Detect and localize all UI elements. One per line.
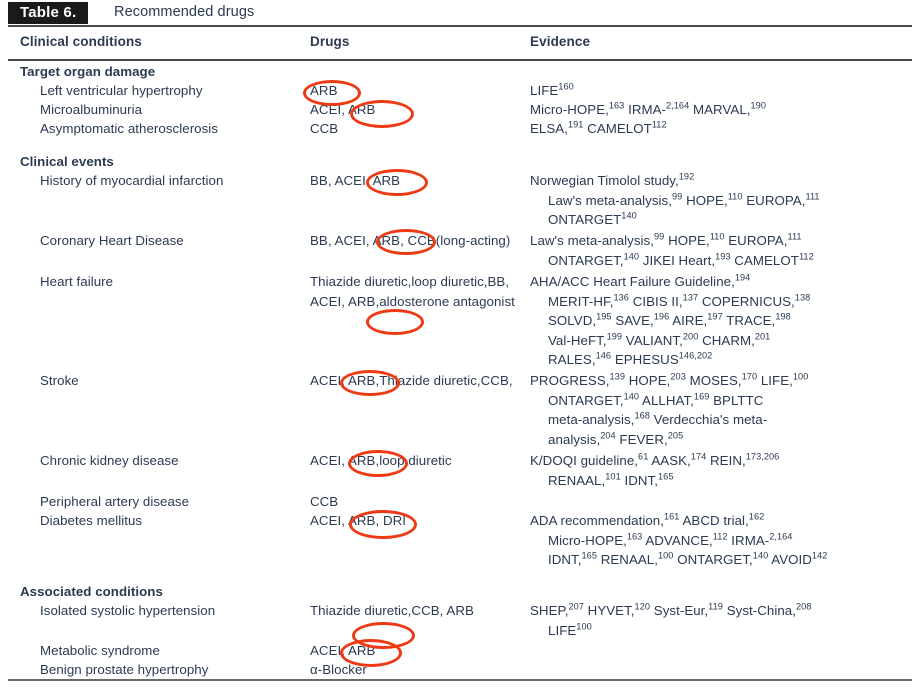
group-heading: Associated conditions <box>20 584 163 599</box>
row-evidence: SHEP,207 HYVET,120 Syst-Eur,119 Syst-Chi… <box>530 601 812 638</box>
row-evidence: Law's meta-analysis,99 HOPE,110 EUROPA,1… <box>530 231 814 268</box>
row-drugs: BB, ACEI, ARB <box>310 173 401 188</box>
column-header-evidence: Evidence <box>530 34 591 49</box>
row-drugs: ARB <box>310 83 338 98</box>
row-condition: Stroke <box>40 373 79 388</box>
column-header-conditions: Clinical conditions <box>20 34 142 49</box>
table-number-label: Table 6. <box>8 2 89 24</box>
row-drugs: BB, ACEI, ARB, CCB(long-acting) <box>310 233 511 248</box>
rule-top <box>8 25 912 27</box>
row-condition: Metabolic syndrome <box>40 643 160 658</box>
row-drugs: ACEI, ARB,loop diuretic <box>310 453 452 468</box>
row-condition: Asymptomatic atherosclerosis <box>40 121 219 136</box>
row-evidence: Micro-HOPE,163 IRMA-2,164 MARVAL,190 <box>530 100 766 117</box>
row-evidence: LIFE160 <box>530 81 574 98</box>
table-caption: Table 6. Recommended drugs <box>0 0 920 25</box>
row-drugs: ACEI, ARB, DRI <box>310 513 407 528</box>
row-drugs: ACEI, ARB <box>310 643 376 658</box>
row-evidence: ELSA,191 CAMELOT112 <box>530 119 667 136</box>
row-drugs: α-Blocker <box>310 662 367 677</box>
row-drugs: ACEI, ARB,Thiazide diuretic,CCB, <box>310 373 513 388</box>
row-condition: Heart failure <box>40 274 114 289</box>
row-drugs: Thiazide diuretic,CCB, ARB <box>310 603 474 618</box>
row-drugs: CCB <box>310 121 339 136</box>
group-heading: Clinical events <box>20 154 114 169</box>
row-condition: Peripheral artery disease <box>40 494 190 509</box>
group-heading: Target organ damage <box>20 64 156 79</box>
row-condition: Isolated systolic hypertension <box>40 603 216 618</box>
row-condition: History of myocardial infarction <box>40 173 224 188</box>
table-title: Recommended drugs <box>114 4 255 20</box>
row-drugs: CCB <box>310 494 339 509</box>
row-condition: Diabetes mellitus <box>40 513 143 528</box>
rule-bottom <box>8 679 912 681</box>
row-evidence: Norwegian Timolol study,192 Law's meta-an… <box>530 171 820 228</box>
column-header-drugs: Drugs <box>310 34 350 49</box>
row-condition: Left ventricular hypertrophy <box>40 83 203 98</box>
table-figure: Table 6. Recommended drugs Clinical cond… <box>0 0 920 690</box>
row-condition: Chronic kidney disease <box>40 453 179 468</box>
row-condition: Coronary Heart Disease <box>40 233 184 248</box>
row-evidence: PROGRESS,139 HOPE,203 MOSES,170 LIFE,100… <box>530 371 809 447</box>
row-drugs: ACEI, ARB <box>310 102 376 117</box>
rule-header <box>8 59 912 61</box>
row-condition: Microalbuminuria <box>40 102 143 117</box>
annotation-circle-hf-arb <box>366 309 424 335</box>
row-evidence: K/DOQI guideline,61 AASK,174 REIN,173,20… <box>530 451 780 488</box>
row-evidence: ADA recommendation,161 ABCD trial,162 Mic… <box>530 511 828 568</box>
row-condition: Benign prostate hypertrophy <box>40 662 209 677</box>
row-evidence: AHA/ACC Heart Failure Guideline,194 MERIT… <box>530 272 811 368</box>
row-drugs: Thiazide diuretic,loop diuretic,BB, ACEI… <box>310 274 515 309</box>
